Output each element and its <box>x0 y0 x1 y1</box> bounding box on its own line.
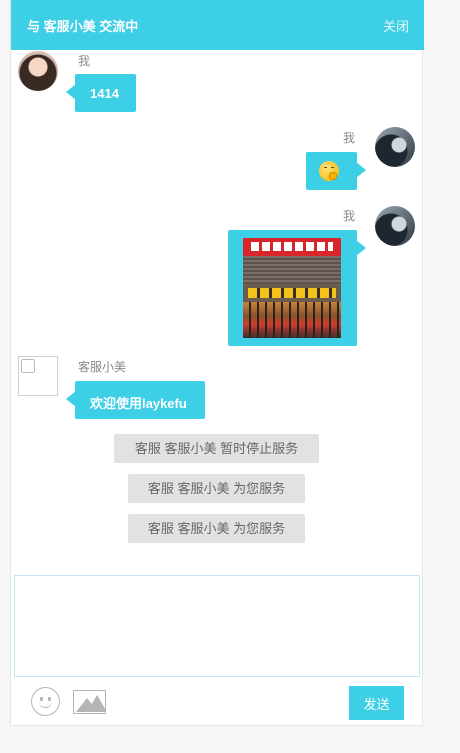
broken-avatar-icon <box>18 356 58 396</box>
mountain <box>87 695 105 712</box>
close-button[interactable]: 关闭 <box>383 16 409 35</box>
user-avatar <box>375 206 415 246</box>
message-bubble: 欢迎使用laykefu <box>66 381 205 419</box>
chat-window: 与 客服小美 交流中 关闭 我 1414 我 我 客服小美 欢迎使用laykef… <box>10 0 424 726</box>
chat-header: 与 客服小美 交流中 关闭 <box>11 0 424 50</box>
broken-image-icon <box>21 359 35 373</box>
bubble-tail <box>66 391 76 407</box>
shutter <box>243 256 341 284</box>
emoji-hand <box>329 172 337 180</box>
sender-name: 我 <box>343 131 356 145</box>
smiley-icon[interactable] <box>31 687 60 716</box>
sender-name: 客服小美 <box>78 360 127 374</box>
user-avatar <box>375 127 415 167</box>
lamps <box>248 288 336 298</box>
message-bubble: 1414 <box>66 74 136 112</box>
sender-name: 我 <box>78 54 91 68</box>
system-notice: 客服 客服小美 为您服务 <box>128 474 305 503</box>
system-notice: 客服 客服小美 为您服务 <box>128 514 305 543</box>
shop-sign <box>243 238 341 256</box>
bubble-tail <box>66 84 76 100</box>
message-text: 欢迎使用laykefu <box>90 396 187 411</box>
message-text: 1414 <box>90 86 119 101</box>
system-notice: 客服 客服小美 暂时停止服务 <box>114 434 319 463</box>
bubble-tail <box>356 162 366 178</box>
image-icon[interactable] <box>73 690 106 714</box>
shelves <box>243 302 341 338</box>
chat-title: 与 客服小美 交流中 <box>27 19 139 34</box>
sender-name: 我 <box>343 209 356 223</box>
sign-lettering <box>251 242 333 251</box>
mouth <box>39 700 52 708</box>
user-avatar <box>18 51 58 91</box>
sent-photo[interactable] <box>243 238 341 338</box>
message-bubble <box>228 230 366 346</box>
message-bubble <box>306 152 366 190</box>
send-button[interactable]: 发送 <box>349 686 404 720</box>
bubble-tail <box>356 240 366 256</box>
message-input[interactable] <box>14 575 420 677</box>
message-list[interactable]: 我 1414 我 我 客服小美 欢迎使用laykefu 客服 客服小美 暂时停止… <box>11 50 424 570</box>
